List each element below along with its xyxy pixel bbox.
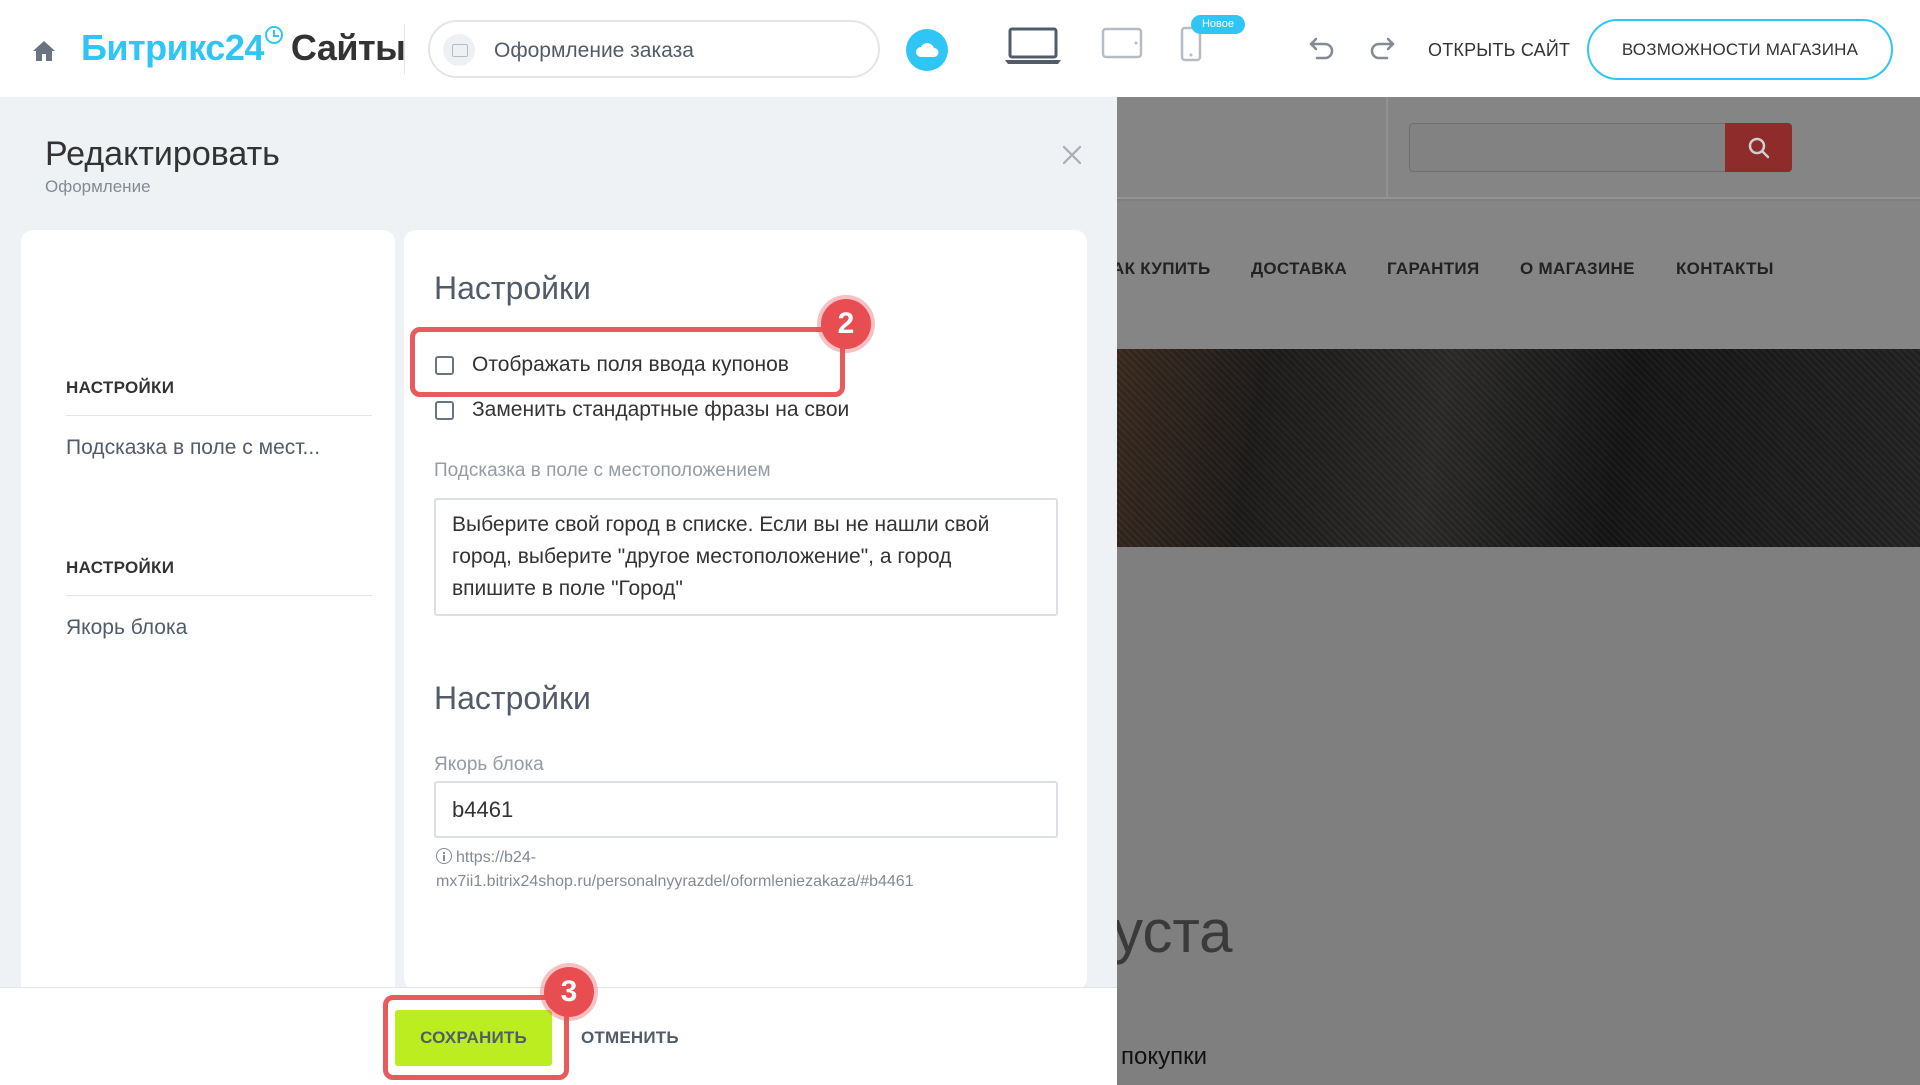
step-marker-coupons: 2 (821, 299, 871, 349)
preview-nav (1117, 201, 1920, 349)
nav-item-block-anchor[interactable]: Якорь блока (66, 616, 187, 640)
phrases-checkbox-label: Заменить стандартные фразы на свои (472, 398, 850, 421)
preview-banner (1117, 349, 1920, 547)
anchor-input[interactable]: b4461 (434, 781, 1058, 838)
preview-nav-item[interactable]: АК КУПИТЬ (1117, 259, 1211, 279)
preview-search-input[interactable] (1409, 123, 1727, 172)
tablet-icon[interactable] (1101, 27, 1143, 64)
preview-nav-item[interactable]: КОНТАКТЫ (1676, 259, 1774, 279)
section-title: Настройки (434, 270, 591, 306)
close-icon[interactable] (1062, 145, 1082, 170)
top-bar: Битрикс24 Сайты Оформление заказа Новое О… (0, 0, 1920, 97)
preview-header-divider (1386, 97, 1388, 199)
page-selector-label: Оформление заказа (494, 39, 694, 62)
logo[interactable]: Битрикс24 Сайты (81, 26, 406, 69)
home-icon[interactable] (31, 39, 57, 63)
logo-divider (404, 24, 405, 74)
logo-product: Сайты (290, 27, 406, 68)
coupons-highlight-frame (410, 327, 845, 397)
logo-brand: Битрикс24 (81, 27, 264, 68)
cloud-icon (916, 43, 939, 57)
cloud-save-button[interactable] (906, 29, 948, 71)
page-thumbnail-icon (443, 34, 475, 66)
desktop-icon[interactable] (1004, 26, 1062, 71)
phrases-checkbox-row[interactable]: Заменить стандартные фразы на свои (434, 397, 874, 423)
panel-subtitle: Оформление (45, 177, 151, 196)
site-preview: АК КУПИТЬ ДОСТАВКА ГАРАНТИЯ О МАГАЗИНЕ К… (1117, 97, 1920, 1085)
anchor-label: Якорь блока (434, 754, 544, 775)
logo-clock-icon (264, 26, 283, 44)
open-site-link[interactable]: ОТКРЫТЬ САЙТ (1428, 40, 1570, 61)
search-icon (1748, 137, 1770, 159)
anchor-url-hint: https://b24- mx7ii1.bitrix24shop.ru/pers… (436, 846, 914, 894)
edit-panel: Редактировать Оформление НАСТРОЙКИ Подск… (0, 97, 1117, 1085)
redo-icon[interactable] (1367, 35, 1397, 66)
preview-nav-item[interactable]: ДОСТАВКА (1251, 259, 1347, 279)
panel-title: Редактировать (45, 135, 280, 173)
panel-nav: НАСТРОЙКИ Подсказка в поле с мест... НАС… (21, 230, 395, 1000)
save-highlight-frame (383, 995, 569, 1080)
shop-features-button[interactable]: ВОЗМОЖНОСТИ МАГАЗИНА (1587, 19, 1893, 80)
info-icon (436, 848, 452, 864)
preview-heading: уста (1117, 898, 1233, 965)
nav-divider (66, 415, 372, 416)
preview-nav-item[interactable]: О МАГАЗИНЕ (1520, 259, 1635, 279)
location-hint-value: Выберите свой город в списке. Если вы не… (452, 513, 990, 600)
nav-item-location-hint[interactable]: Подсказка в поле с мест... (66, 436, 320, 460)
cancel-button[interactable]: ОТМЕНИТЬ (581, 1028, 679, 1048)
location-hint-textarea[interactable]: Выберите свой город в списке. Если вы не… (434, 498, 1058, 616)
phrases-checkbox[interactable] (435, 401, 454, 420)
location-hint-label: Подсказка в поле с местоположением (434, 460, 771, 481)
nav-section-title: НАСТРОЙКИ (66, 378, 175, 397)
nav-divider (66, 595, 372, 596)
anchor-url-line1: https://b24- (456, 849, 537, 866)
new-badge: Новое (1191, 15, 1245, 34)
anchor-input-value: b4461 (452, 797, 514, 822)
anchor-url-line2: mx7ii1.bitrix24shop.ru/personalnyyrazdel… (436, 873, 914, 890)
preview-search-button[interactable] (1725, 123, 1792, 172)
preview-nav-item[interactable]: ГАРАНТИЯ (1387, 259, 1479, 279)
nav-section-title: НАСТРОЙКИ (66, 558, 175, 577)
step-marker-save: 3 (544, 967, 594, 1017)
section-title: Настройки (434, 680, 591, 716)
undo-icon[interactable] (1307, 35, 1337, 66)
page-selector[interactable]: Оформление заказа (428, 20, 880, 78)
preview-subtext: покупки (1121, 1043, 1208, 1070)
